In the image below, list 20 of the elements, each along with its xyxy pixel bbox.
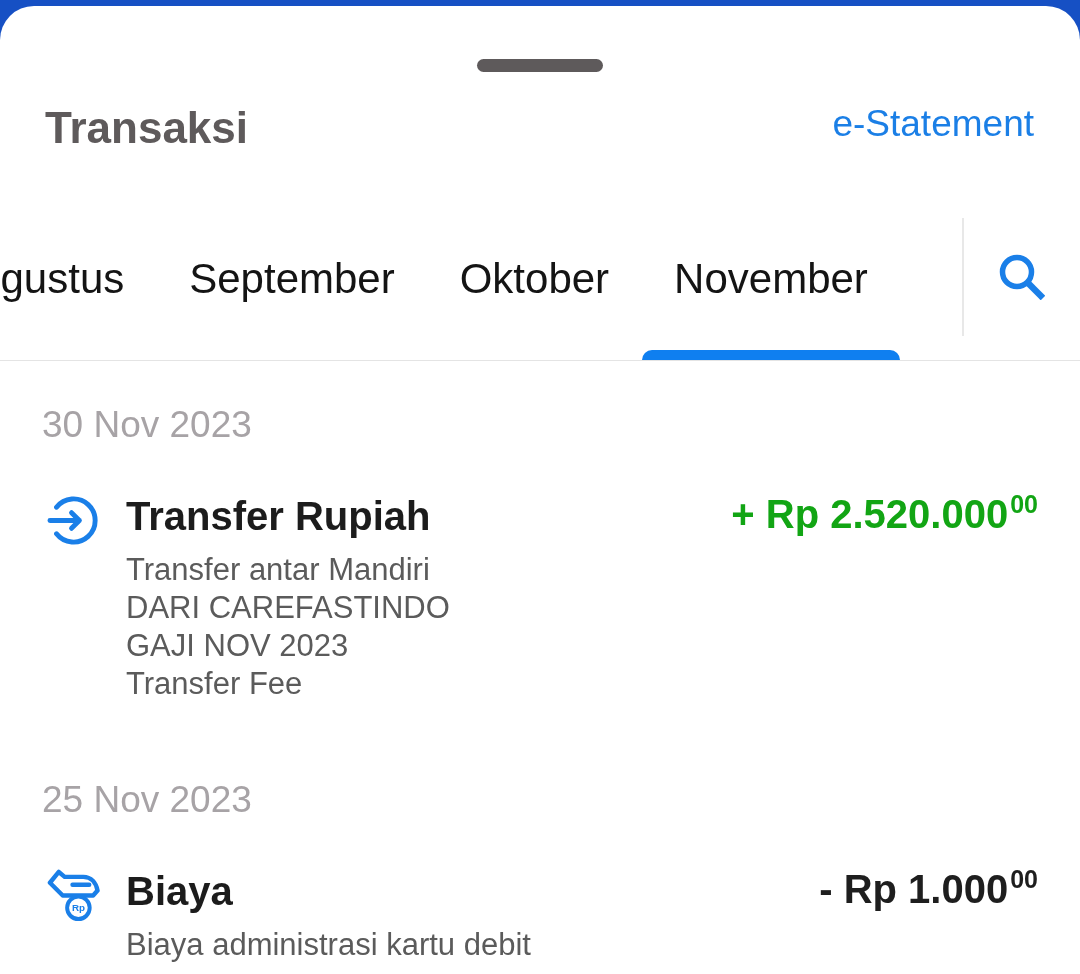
transaction-detail: GAJI NOV 2023 <box>126 627 349 665</box>
search-icon <box>999 254 1045 300</box>
transaction-title: Transfer Rupiah <box>126 493 431 540</box>
transaction-detail: Biaya administrasi kartu debit <box>126 926 531 964</box>
month-tab[interactable]: gustus <box>0 218 157 360</box>
date-header: 30 Nov 2023 <box>42 403 252 447</box>
transaction-detail: DARI CAREFASTINDO <box>126 589 450 627</box>
month-tab[interactable]: November <box>641 218 901 360</box>
e-statement-link[interactable]: e-Statement <box>832 104 1034 144</box>
transaction-title: Biaya <box>126 868 233 915</box>
transaction-amount: + Rp 2.520.000$^{00}$ <box>731 490 1038 538</box>
transaction-detail: Transfer Fee <box>126 665 303 703</box>
transaction-amount: - Rp 1.000$^{00}$ <box>819 865 1038 913</box>
transaction-detail: Transfer antar Mandiri <box>126 551 430 589</box>
page-title: Transaksi <box>45 102 249 154</box>
date-header: 25 Nov 2023 <box>42 778 252 822</box>
arrow-into-circle-icon <box>47 494 100 547</box>
month-tab[interactable]: September <box>156 218 428 360</box>
drag-handle[interactable] <box>477 59 603 72</box>
month-tab[interactable]: Oktober <box>427 218 642 360</box>
